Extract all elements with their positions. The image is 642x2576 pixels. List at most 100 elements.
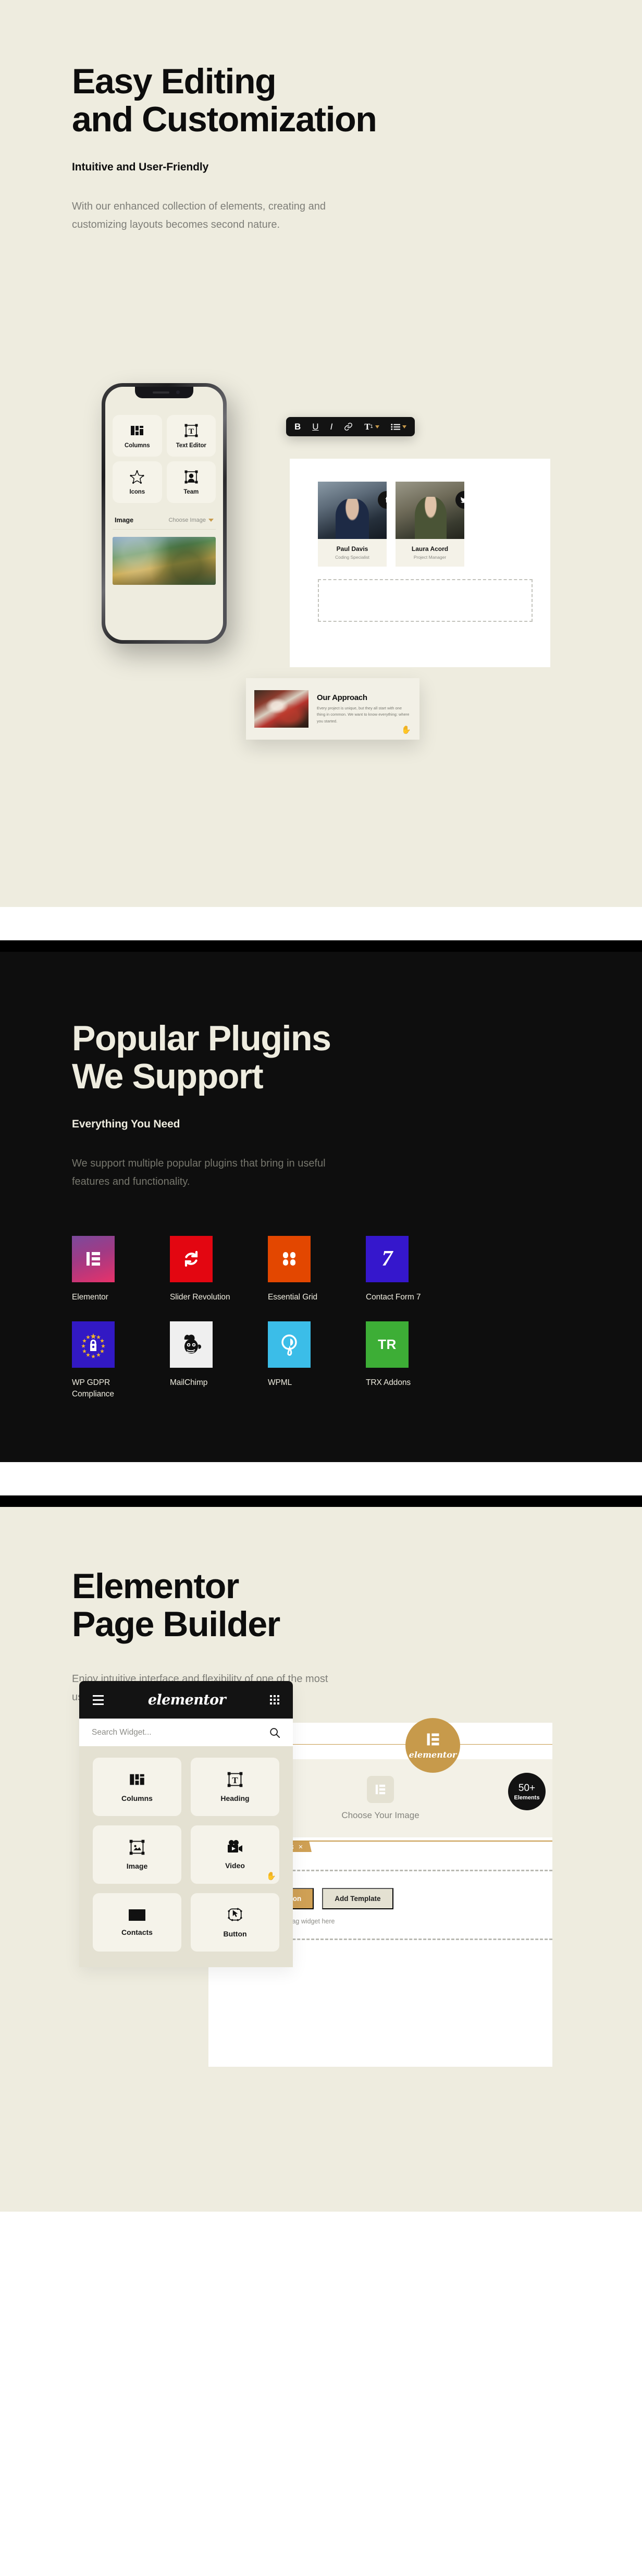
title-line-1: Popular Plugins [72,1019,331,1058]
panel-topbar: elementor [79,1681,293,1719]
editor-canvas: f Paul Davis Coding Specialist Laura Aco… [290,459,550,667]
facebook-icon[interactable]: f [378,491,387,509]
panel-widget-button[interactable]: Button [191,1893,279,1952]
title-line-1: Elementor [72,1566,239,1606]
columns-icon [129,1771,145,1788]
list-dropdown[interactable] [390,423,406,431]
plugin-item-trx-addons[interactable]: TR TRX Addons [366,1321,431,1400]
phone-mockup: Columns T Text Editor Icons Team Image C… [102,383,227,644]
phone-image-row[interactable]: Image Choose Image [113,517,216,530]
section-body-text: With our enhanced collection of elements… [72,200,326,230]
elementor-wordmark: elementor [147,1691,226,1708]
image-icon [129,1839,145,1856]
team-member-name: Paul Davis [336,545,368,553]
builder-title: Elementor Page Builder [72,1567,642,1644]
tr-glyph: TR [378,1336,397,1353]
panel-widget-image[interactable]: Image [93,1825,181,1884]
text-format-toolbar[interactable]: B U I T1 [286,417,415,436]
title-line-2: We Support [72,1057,264,1097]
panel-body: Columns T Heading Image Video ✋ Contacts… [79,1746,293,1967]
close-icon[interactable]: ✕ [298,1844,303,1850]
columns-icon [130,423,144,438]
team-card[interactable]: f Paul Davis Coding Specialist [318,482,387,567]
hand-cursor-icon: ✋ [401,726,411,734]
widget-label: Image [126,1862,148,1870]
count-label: Elements [514,1794,540,1801]
italic-button[interactable]: I [330,422,333,431]
search-icon[interactable] [269,1727,280,1738]
text-size-dropdown[interactable]: T1 [364,422,379,431]
section-popular-plugins: Popular Plugins We Support Everything Yo… [0,952,642,1462]
star-icon [130,470,144,484]
plugin-item-essential-grid[interactable]: Essential Grid [268,1235,333,1303]
team-member-name: Laura Acord [411,545,449,553]
button-icon [227,1907,243,1923]
section-gap [0,1462,642,1495]
plugin-label: MailChimp [170,1378,208,1388]
widget-card-columns[interactable]: Columns [113,415,162,457]
count-number: 50+ [518,1782,536,1794]
panel-widget-columns[interactable]: Columns [93,1758,181,1816]
team-member-role: Coding Specialist [335,555,369,560]
widget-card-text-editor[interactable]: T Text Editor [166,415,216,457]
plugin-item-elementor[interactable]: Elementor [72,1235,137,1303]
widget-label: Button [223,1930,247,1938]
grid-menu-icon[interactable] [269,1695,279,1704]
heading-icon: T [227,1771,243,1788]
widget-label: Text Editor [176,442,206,449]
plugins-title: Popular Plugins We Support [72,1019,642,1097]
section-easy-editing: Easy Editing and Customization Intuitive… [0,0,642,907]
approach-title: Our Approach [317,693,367,702]
elementor-widget-panel: elementor Search Widget... Columns T Hea… [79,1681,293,1967]
team-members-list: f Paul Davis Coding Specialist Laura Aco… [290,459,550,567]
empty-dropzone[interactable] [318,579,533,622]
chevron-down-icon [375,425,379,428]
elementor-logo-icon [72,1235,115,1282]
panel-widget-contacts[interactable]: Contacts [93,1893,181,1952]
widget-label: Contacts [121,1928,153,1936]
divider-bar [0,940,642,952]
team-card[interactable]: Laura Acord Project Manager [396,482,464,567]
choose-image-select[interactable]: Choose Image [168,517,214,523]
widget-label: Video [225,1861,245,1870]
plugin-item-mailchimp[interactable]: MailChimp [170,1321,235,1400]
plugin-label: Elementor [72,1292,108,1302]
widget-label: Icons [129,488,145,495]
choose-image-value: Choose Image [168,517,206,523]
panel-widget-heading[interactable]: T Heading [191,1758,279,1816]
subheading: Intuitive and User-Friendly [72,161,209,173]
widget-search-bar[interactable]: Search Widget... [79,1719,293,1746]
widget-label: Team [183,488,199,495]
plugin-item-wpml[interactable]: WPML [268,1321,333,1400]
link-icon[interactable] [344,422,353,431]
plugin-label: Contact Form 7 [366,1292,421,1302]
widget-card-team[interactable]: Team [166,461,216,503]
underline-button[interactable]: U [312,422,318,431]
elementor-logo-icon [367,1776,394,1803]
phone-screen: Columns T Text Editor Icons Team Image C… [105,387,223,640]
badge-wordmark: elementor [409,1749,457,1760]
widget-card-icons[interactable]: Icons [113,461,162,503]
our-approach-card[interactable]: Our Approach Every project is unique, bu… [246,678,419,740]
add-template-button[interactable]: Add Template [322,1888,393,1909]
phone-image-thumbnail [113,537,216,585]
svg-text:T: T [232,1775,238,1785]
panel-widget-video[interactable]: Video ✋ [191,1825,279,1884]
seven-glyph: 7 [381,1247,393,1271]
plugin-label: Slider Revolution [170,1292,230,1302]
four-dots-grid-icon [268,1235,311,1282]
hand-cursor-icon: ✋ [266,1872,276,1881]
choose-your-image-label: Choose Your Image [341,1810,419,1820]
twitter-icon[interactable] [455,491,464,509]
envelope-icon [128,1908,146,1922]
plugin-item-contact-form-7[interactable]: 7 Contact Form 7 [366,1235,431,1303]
bold-button[interactable]: B [294,422,301,431]
plugin-item-slider-revolution[interactable]: Slider Revolution [170,1235,235,1303]
svg-text:T: T [189,427,194,436]
title-line-2: and Customization [72,100,377,140]
plugin-item-wp-gdpr[interactable]: WP GDPR Compliance [72,1321,137,1400]
hamburger-menu-icon[interactable] [93,1695,104,1705]
plugins-body-text: We support multiple popular plugins that… [72,1157,326,1187]
section-elementor-page-builder: Elementor Page Builder Enjoy intuitive i… [0,1507,642,2212]
wpml-logo-icon [268,1321,311,1368]
